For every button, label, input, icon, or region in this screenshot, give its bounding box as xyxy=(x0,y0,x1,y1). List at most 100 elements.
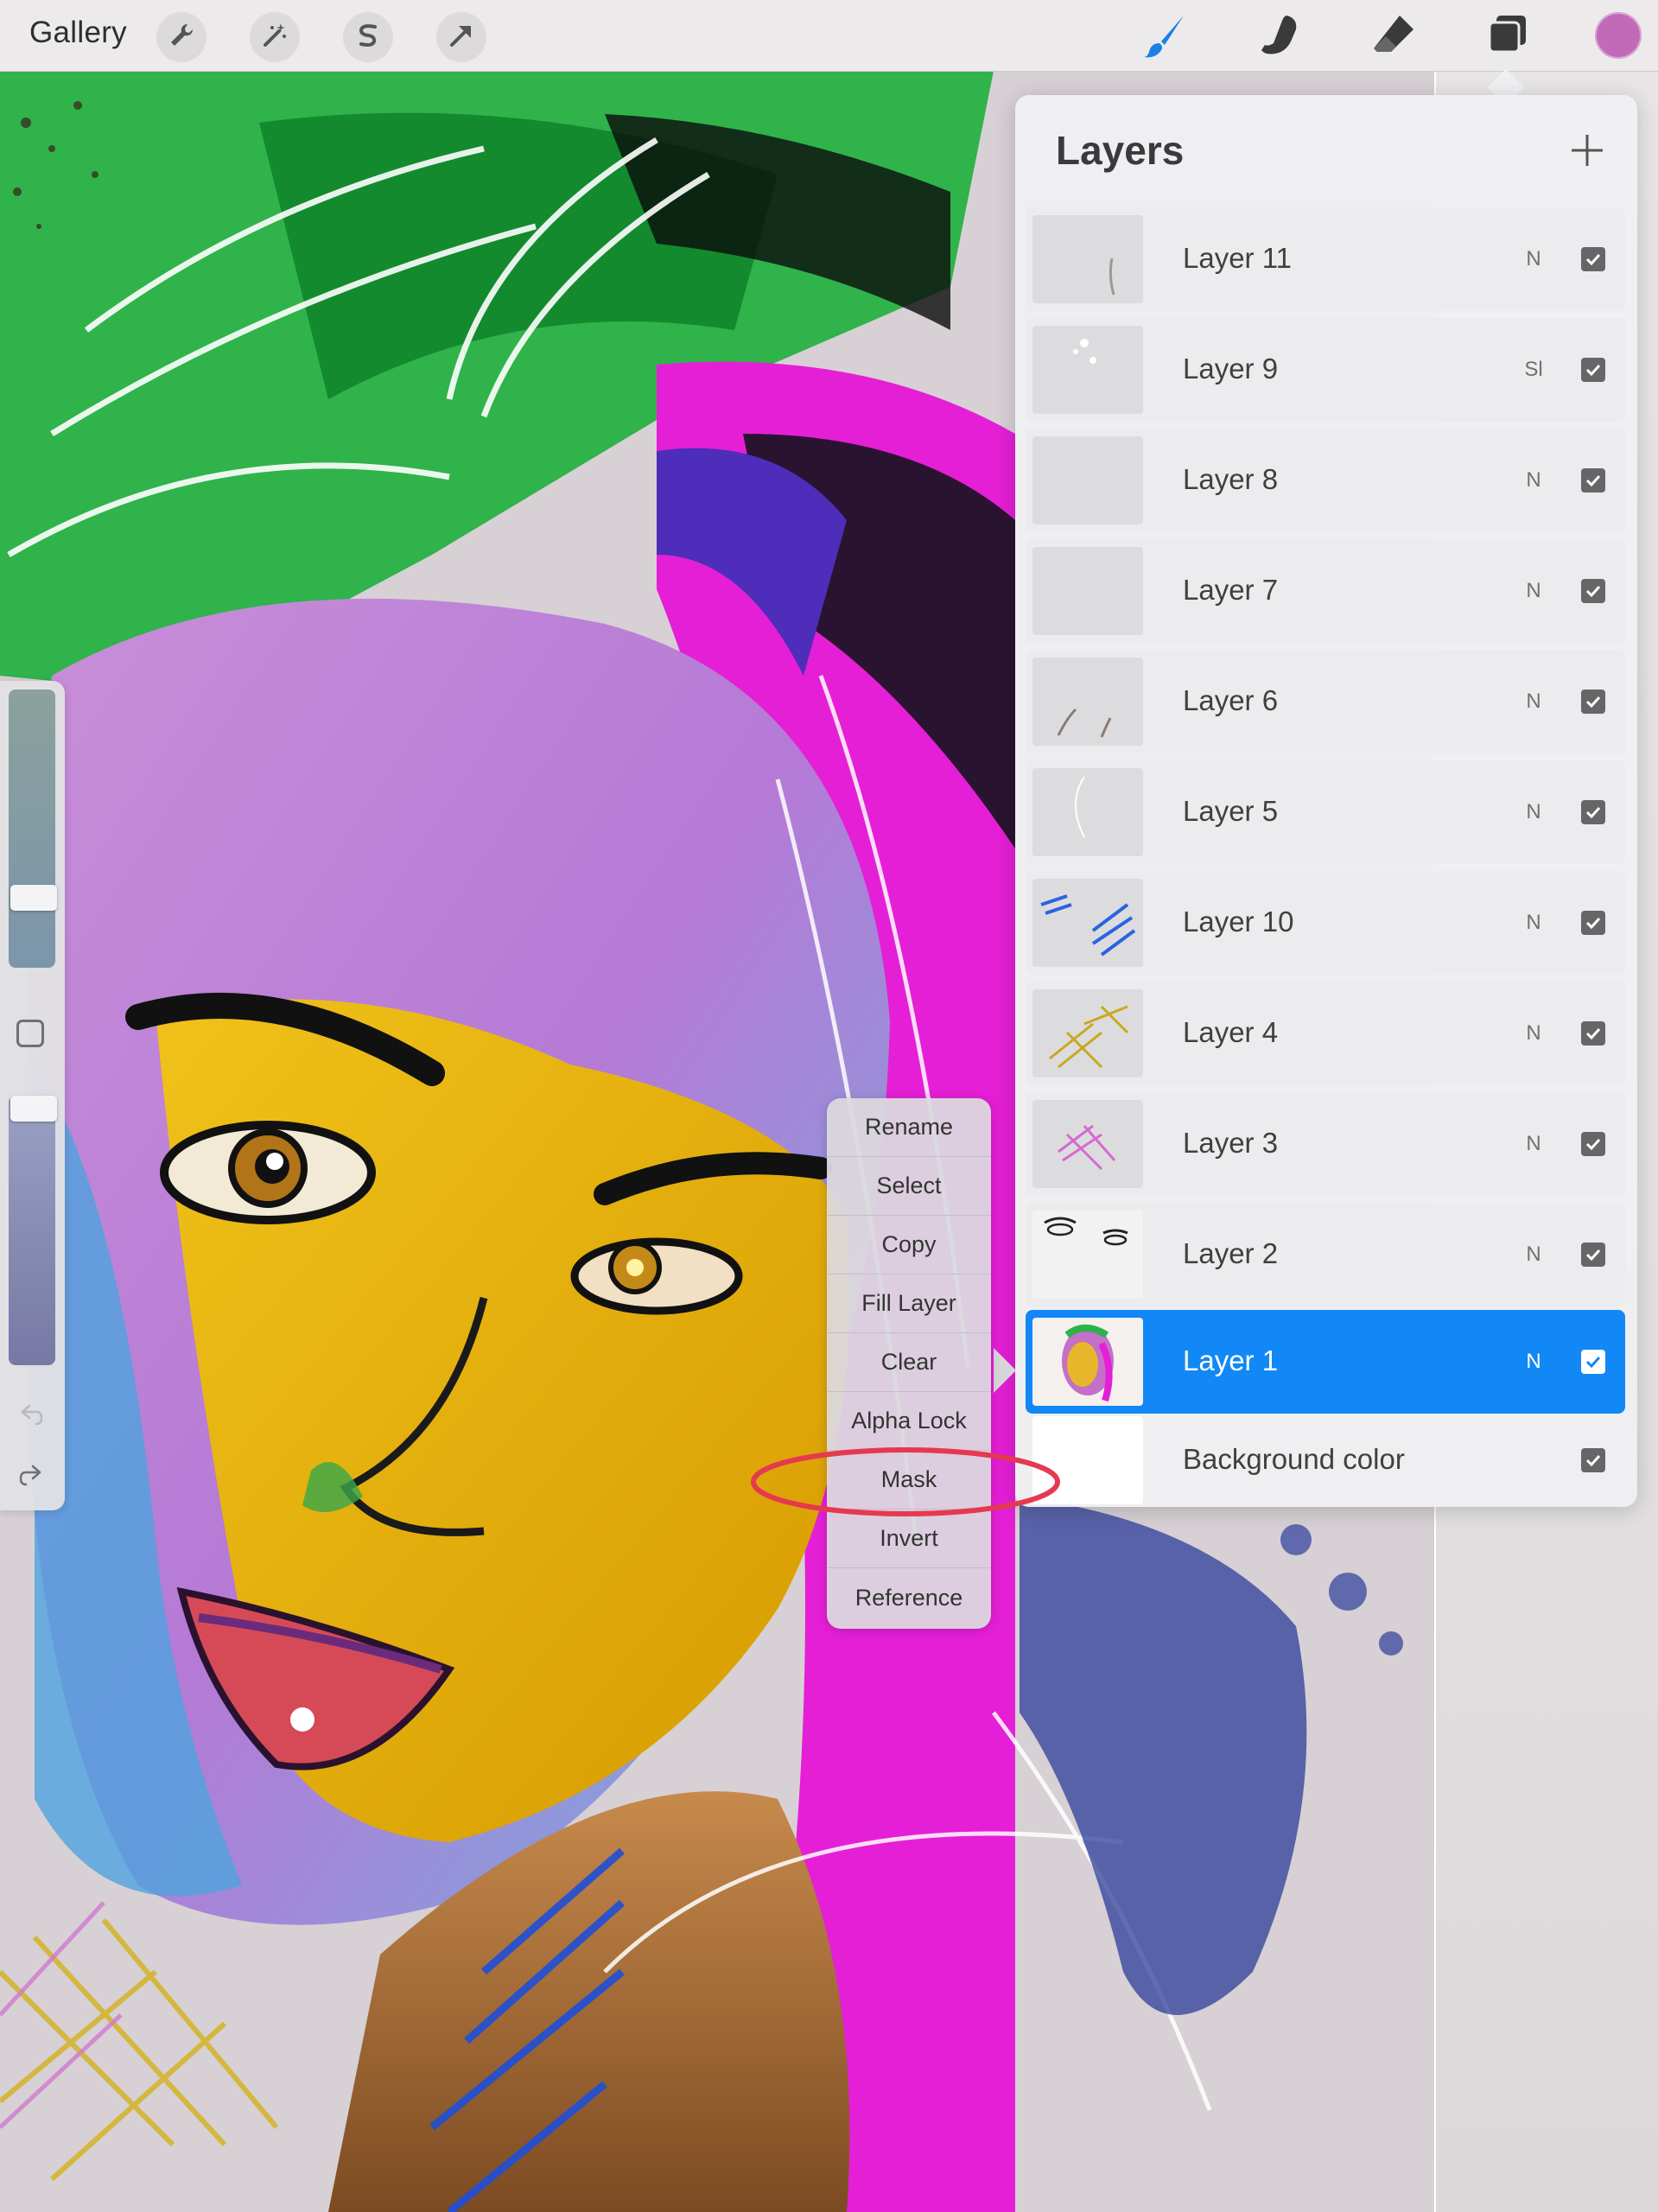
checkmark-icon xyxy=(1585,364,1601,377)
blend-mode-button[interactable]: N xyxy=(1521,1243,1547,1267)
layer-name: Layer 9 xyxy=(1183,353,1279,385)
blend-mode-button[interactable]: N xyxy=(1521,800,1547,824)
left-sidebar xyxy=(0,681,65,1510)
smudge-tool-button[interactable] xyxy=(1253,10,1306,64)
visibility-checkbox[interactable] xyxy=(1581,579,1605,603)
checkmark-icon xyxy=(1585,1249,1601,1262)
undo-button[interactable] xyxy=(14,1400,48,1434)
visibility-checkbox[interactable] xyxy=(1581,1132,1605,1156)
brush-size-slider[interactable] xyxy=(9,690,57,968)
layer-name: Layer 11 xyxy=(1183,242,1292,274)
magic-wand-icon xyxy=(260,21,289,54)
paint-tool-button[interactable] xyxy=(1139,10,1192,64)
blend-mode-button[interactable]: N xyxy=(1521,911,1547,935)
arrow-cursor-icon xyxy=(447,21,476,54)
context-menu-pointer xyxy=(994,1348,1016,1393)
layer-thumbnail xyxy=(1032,215,1143,303)
visibility-checkbox[interactable] xyxy=(1581,1243,1605,1267)
undo-arrow-icon xyxy=(17,1402,45,1433)
layer-row[interactable]: Layer 7 N xyxy=(1026,539,1625,643)
menu-item-select[interactable]: Select xyxy=(827,1157,991,1216)
layer-name: Layer 8 xyxy=(1183,463,1279,495)
blend-mode-button[interactable]: N xyxy=(1521,247,1547,271)
layer-row[interactable]: Layer 6 N xyxy=(1026,650,1625,753)
eraser-icon xyxy=(1370,12,1417,63)
layers-panel: Layers Layer 11 N Layer 9 Sl Layer 8 N L… xyxy=(1015,95,1637,1507)
layer-thumbnail xyxy=(1032,989,1143,1077)
menu-item-alpha-lock[interactable]: Alpha Lock xyxy=(827,1392,991,1451)
add-layer-button[interactable] xyxy=(1561,126,1613,178)
erase-tool-button[interactable] xyxy=(1367,10,1420,64)
blend-mode-button[interactable]: N xyxy=(1521,579,1547,603)
brush-size-thumb[interactable] xyxy=(10,885,57,911)
checkmark-icon xyxy=(1585,1356,1601,1369)
visibility-checkbox[interactable] xyxy=(1581,911,1605,935)
visibility-checkbox[interactable] xyxy=(1581,1350,1605,1374)
layer-thumbnail xyxy=(1032,768,1143,856)
layer-row[interactable]: Layer 3 N xyxy=(1026,1092,1625,1196)
selection-button[interactable] xyxy=(343,12,393,62)
actions-button[interactable] xyxy=(156,12,206,62)
adjustments-button[interactable] xyxy=(250,12,300,62)
background-color-row[interactable]: Background color xyxy=(1026,1408,1625,1512)
visibility-checkbox[interactable] xyxy=(1581,1021,1605,1046)
blend-mode-button[interactable]: N xyxy=(1521,1132,1547,1156)
checkmark-icon xyxy=(1585,917,1601,930)
color-picker-button[interactable] xyxy=(1595,12,1642,59)
layer-name: Layer 3 xyxy=(1183,1127,1279,1159)
selection-s-icon xyxy=(353,21,383,54)
transform-button[interactable] xyxy=(436,12,486,62)
layer-row[interactable]: Layer 9 Sl xyxy=(1026,318,1625,422)
layers-icon xyxy=(1484,12,1531,63)
visibility-checkbox[interactable] xyxy=(1581,468,1605,493)
opacity-slider[interactable] xyxy=(9,1096,57,1365)
checkmark-icon xyxy=(1585,585,1601,598)
checkmark-icon xyxy=(1585,474,1601,487)
gallery-button[interactable]: Gallery xyxy=(29,16,127,50)
redo-button[interactable] xyxy=(14,1460,48,1495)
menu-item-reference[interactable]: Reference xyxy=(827,1568,991,1627)
mask-highlight-circle xyxy=(751,1447,1060,1516)
opacity-thumb[interactable] xyxy=(10,1096,57,1122)
menu-item-copy[interactable]: Copy xyxy=(827,1216,991,1274)
layer-row[interactable]: Layer 11 N xyxy=(1026,207,1625,311)
menu-item-fill-layer[interactable]: Fill Layer xyxy=(827,1274,991,1333)
visibility-checkbox[interactable] xyxy=(1581,1448,1605,1472)
layer-thumbnail xyxy=(1032,547,1143,635)
layer-row[interactable]: Layer 4 N xyxy=(1026,982,1625,1085)
layer-thumbnail xyxy=(1032,658,1143,746)
layer-name: Layer 6 xyxy=(1183,684,1279,716)
layer-row[interactable]: Layer 8 N xyxy=(1026,429,1625,532)
layer-thumbnail xyxy=(1032,436,1143,524)
layer-name: Layer 7 xyxy=(1183,574,1279,606)
visibility-checkbox[interactable] xyxy=(1581,358,1605,382)
layers-title: Layers xyxy=(1056,128,1185,173)
checkmark-icon xyxy=(1585,1027,1601,1040)
layer-thumbnail xyxy=(1032,1318,1143,1406)
menu-item-clear[interactable]: Clear xyxy=(827,1333,991,1392)
checkmark-icon xyxy=(1585,253,1601,266)
layer-row[interactable]: Layer 10 N xyxy=(1026,871,1625,975)
layer-thumbnail xyxy=(1032,1211,1143,1299)
layer-row-selected[interactable]: Layer 1 N xyxy=(1026,1310,1625,1414)
visibility-checkbox[interactable] xyxy=(1581,690,1605,714)
blend-mode-button[interactable]: Sl xyxy=(1521,358,1547,382)
brush-icon xyxy=(1142,12,1189,63)
layer-name: Background color xyxy=(1183,1443,1405,1475)
checkmark-icon xyxy=(1585,1454,1601,1467)
visibility-checkbox[interactable] xyxy=(1581,247,1605,271)
blend-mode-button[interactable]: N xyxy=(1521,1350,1547,1374)
blend-mode-button[interactable]: N xyxy=(1521,468,1547,493)
blend-mode-button[interactable]: N xyxy=(1521,1021,1547,1046)
smudge-finger-icon xyxy=(1256,12,1303,63)
blend-mode-button[interactable]: N xyxy=(1521,690,1547,714)
layer-name: Layer 2 xyxy=(1183,1237,1279,1269)
visibility-checkbox[interactable] xyxy=(1581,800,1605,824)
layer-row[interactable]: Layer 2 N xyxy=(1026,1203,1625,1306)
square-modify-icon[interactable] xyxy=(16,1020,44,1047)
layer-thumbnail xyxy=(1032,326,1143,414)
layer-row[interactable]: Layer 5 N xyxy=(1026,760,1625,864)
menu-item-rename[interactable]: Rename xyxy=(827,1098,991,1157)
layer-name: Layer 5 xyxy=(1183,795,1279,827)
layers-tool-button[interactable] xyxy=(1481,10,1534,64)
